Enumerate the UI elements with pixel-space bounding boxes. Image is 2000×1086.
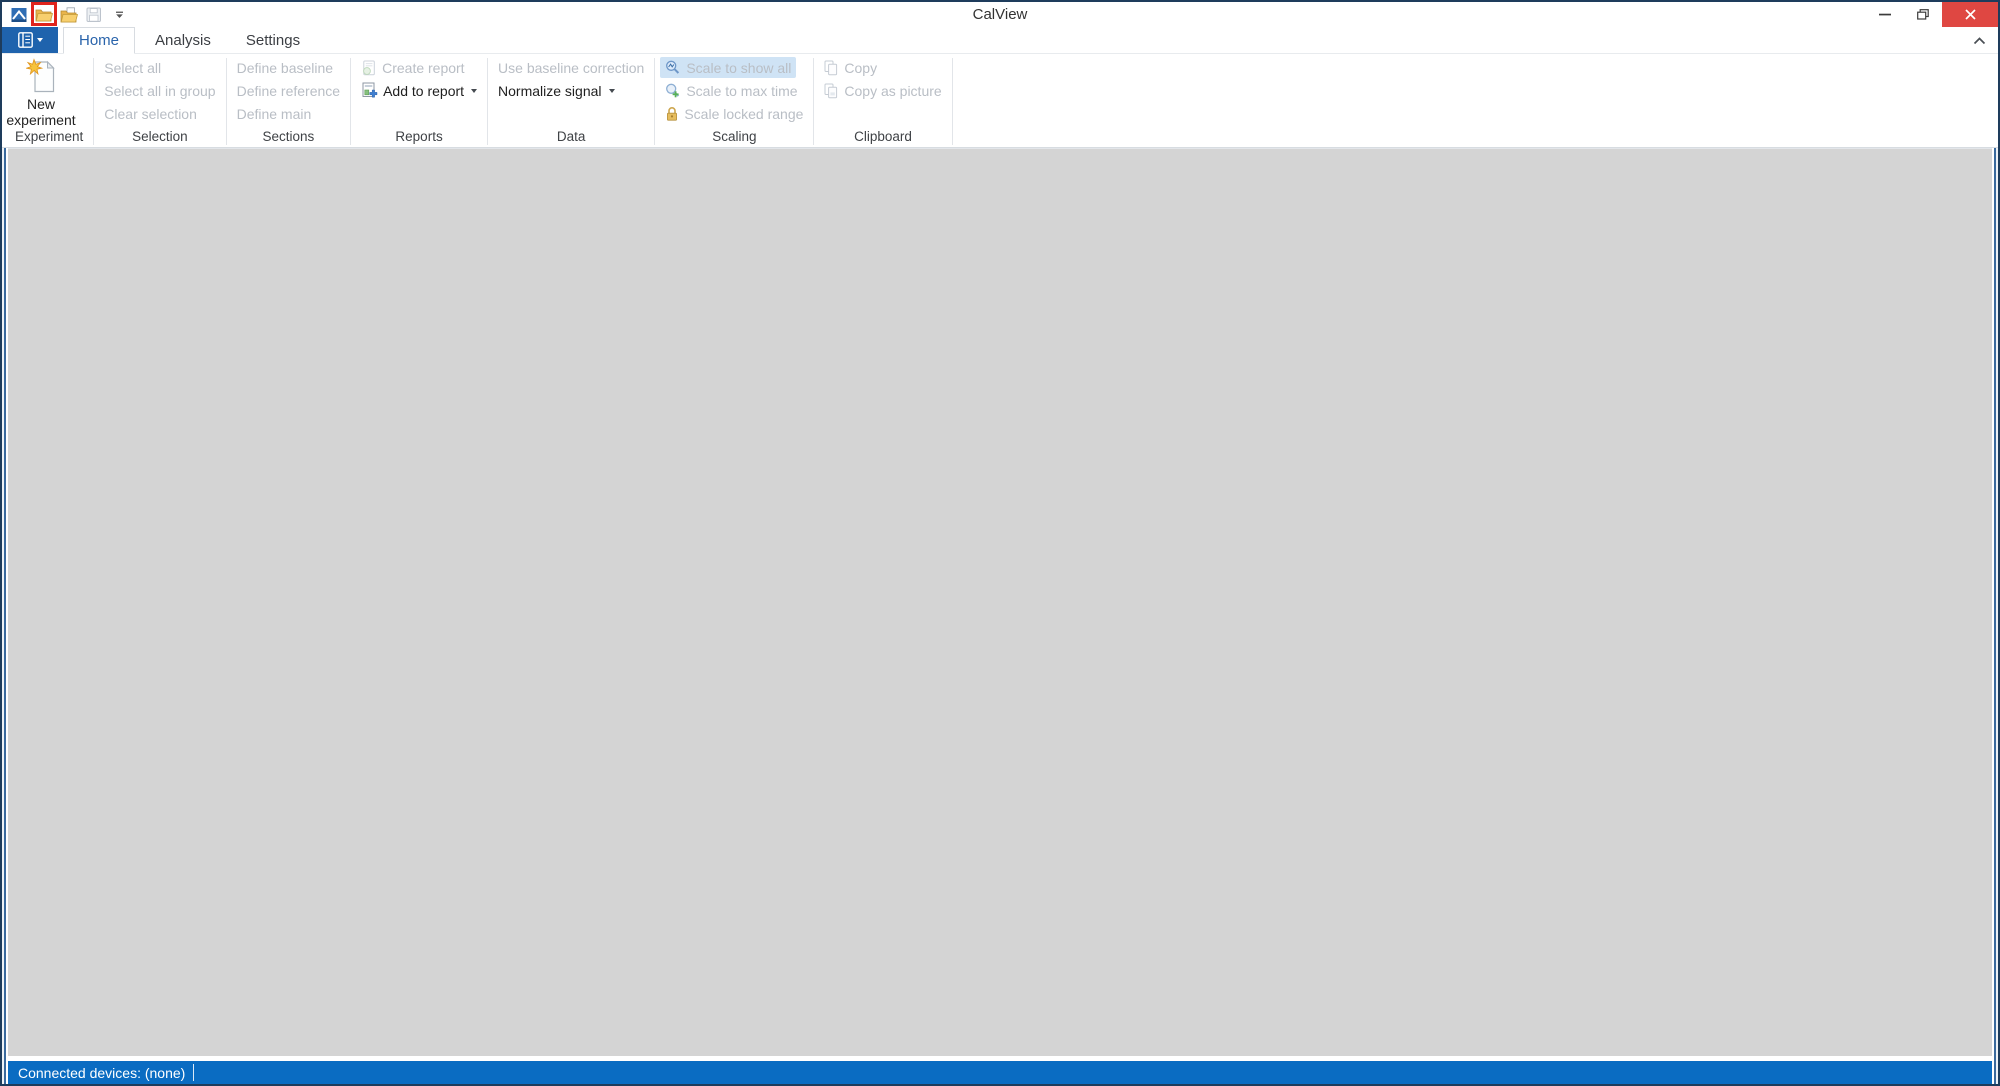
group-label-clipboard: Clipboard: [816, 128, 949, 147]
select-all-button[interactable]: Select all: [99, 57, 166, 78]
group-label-sections: Sections: [229, 128, 349, 147]
scale-to-max-time-button[interactable]: Scale to max time: [660, 80, 802, 101]
scale-locked-range-label: Scale locked range: [684, 106, 803, 122]
add-to-report-button[interactable]: Add to report: [356, 80, 482, 101]
restore-button[interactable]: [1904, 2, 1942, 27]
dropdown-caret-icon: [609, 89, 615, 93]
create-report-label: Create report: [382, 60, 464, 76]
define-main-button[interactable]: Define main: [232, 103, 317, 124]
define-reference-label: Define reference: [237, 83, 341, 99]
scale-locked-range-button[interactable]: Scale locked range: [660, 103, 808, 124]
window-frame-inner: Connected devices: (none): [6, 148, 1994, 1084]
group-label-experiment: Experiment: [7, 128, 91, 147]
app-menu-button[interactable]: [2, 27, 58, 53]
group-label-scaling: Scaling: [657, 128, 811, 147]
group-label-reports: Reports: [353, 128, 485, 147]
group-label-selection: Selection: [96, 128, 223, 147]
scale-to-max-time-label: Scale to max time: [686, 83, 797, 99]
save-icon: [86, 7, 102, 23]
qat-customize-caret-icon: [115, 11, 124, 19]
title-bar: CalView: [2, 2, 1998, 27]
ribbon-group-data: Use baseline correction Normalize signal…: [488, 54, 654, 147]
ribbon-group-selection: Select all Select all in group Clear sel…: [94, 54, 225, 147]
status-separator: [193, 1064, 194, 1081]
tab-settings[interactable]: Settings: [231, 27, 315, 53]
open-folder-icon: [35, 7, 53, 22]
chevron-down-icon: [37, 38, 43, 42]
define-baseline-label: Define baseline: [237, 60, 334, 76]
ribbon: New experiment Experiment Select all Sel…: [2, 54, 1998, 148]
scale-to-show-all-label: Scale to show all: [686, 60, 791, 76]
open-file-button[interactable]: [34, 4, 54, 25]
copy-as-picture-icon: [824, 83, 839, 99]
qat-customize-button[interactable]: [109, 4, 129, 25]
new-experiment-button[interactable]: New experiment: [9, 56, 73, 128]
journal-icon: [18, 32, 33, 48]
restore-icon: [1917, 9, 1929, 20]
add-to-report-icon: [361, 82, 378, 99]
tab-analysis[interactable]: Analysis: [140, 27, 226, 53]
group-label-data: Data: [490, 128, 652, 147]
save-button[interactable]: [84, 4, 104, 25]
select-all-label: Select all: [104, 60, 161, 76]
ribbon-group-scaling: Scale to show all Scale to max time Scal…: [655, 54, 813, 147]
use-baseline-correction-label: Use baseline correction: [498, 60, 644, 76]
add-to-report-label: Add to report: [383, 83, 464, 99]
minimize-button[interactable]: [1866, 2, 1904, 27]
new-document-icon: [26, 58, 56, 94]
open-recent-button[interactable]: [59, 4, 79, 25]
ribbon-group-reports: Create report Add to report Reports: [351, 54, 487, 147]
copy-as-picture-label: Copy as picture: [844, 83, 941, 99]
copy-icon: [824, 60, 839, 76]
close-button[interactable]: [1942, 2, 1998, 27]
window-frame-outer: Connected devices: (none): [2, 148, 1998, 1084]
scale-to-show-all-button[interactable]: Scale to show all: [660, 57, 796, 78]
copy-label: Copy: [844, 60, 877, 76]
status-bar: Connected devices: (none): [8, 1061, 1992, 1084]
define-baseline-button[interactable]: Define baseline: [232, 57, 339, 78]
create-report-icon: [361, 60, 377, 76]
group-separator: [952, 58, 953, 145]
quick-access-toolbar: [2, 2, 129, 27]
define-main-label: Define main: [237, 106, 312, 122]
define-reference-button[interactable]: Define reference: [232, 80, 346, 101]
window-controls: [1866, 2, 1998, 27]
collapse-ribbon-button[interactable]: [1969, 33, 1989, 49]
ribbon-group-clipboard: Copy Copy as picture Clipboard: [814, 54, 951, 147]
close-icon: [1965, 9, 1976, 20]
chevron-up-icon: [1973, 37, 1986, 45]
workspace-canvas: [8, 148, 1992, 1056]
open-folder-document-icon: [60, 7, 78, 23]
new-experiment-label: New experiment: [6, 97, 75, 128]
app-window: CalView: [0, 0, 2000, 1086]
select-all-in-group-label: Select all in group: [104, 83, 215, 99]
use-baseline-correction-button[interactable]: Use baseline correction: [493, 57, 649, 78]
tab-home[interactable]: Home: [63, 27, 135, 54]
normalize-signal-button[interactable]: Normalize signal: [493, 80, 619, 101]
connected-devices-status: Connected devices: (none): [18, 1065, 185, 1081]
window-title: CalView: [2, 2, 1998, 27]
ribbon-group-sections: Define baseline Define reference Define …: [227, 54, 351, 147]
scale-to-max-time-icon: [665, 83, 681, 99]
window-frame-accent: Connected devices: (none): [4, 148, 1996, 1084]
clear-selection-button[interactable]: Clear selection: [99, 103, 202, 124]
lock-icon: [665, 106, 679, 122]
normalize-signal-label: Normalize signal: [498, 83, 601, 99]
copy-as-picture-button[interactable]: Copy as picture: [819, 80, 946, 101]
select-all-in-group-button[interactable]: Select all in group: [99, 80, 220, 101]
copy-button[interactable]: Copy: [819, 57, 882, 78]
clear-selection-label: Clear selection: [104, 106, 197, 122]
create-report-button[interactable]: Create report: [356, 57, 469, 78]
app-logo-icon: [9, 4, 29, 25]
dropdown-caret-icon: [471, 89, 477, 93]
minimize-icon: [1879, 13, 1891, 16]
ribbon-group-experiment: New experiment Experiment: [5, 54, 93, 147]
scale-to-show-all-icon: [665, 60, 681, 76]
ribbon-tab-row: Home Analysis Settings: [2, 27, 1998, 54]
